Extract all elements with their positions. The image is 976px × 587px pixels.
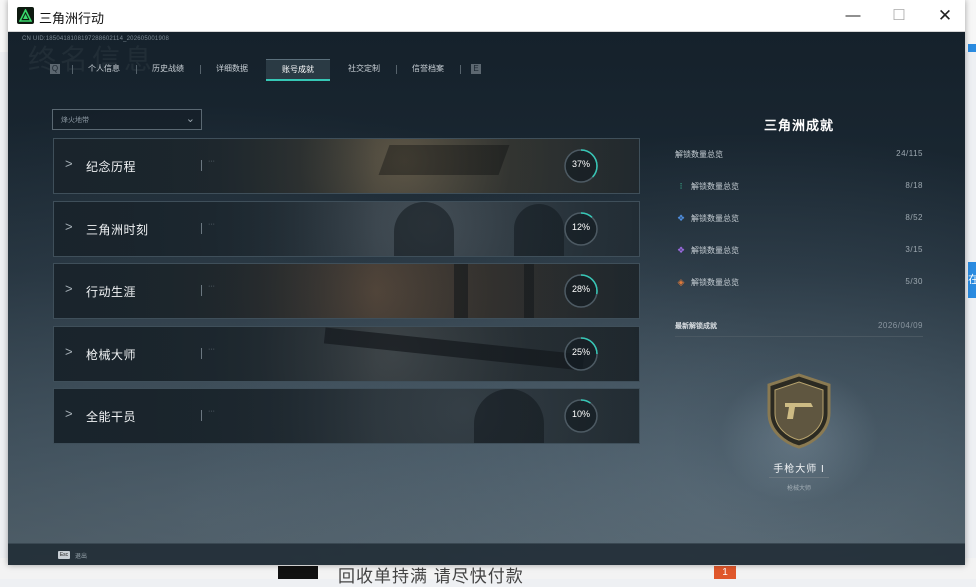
maximize-button[interactable]: ☐ — [876, 0, 922, 31]
badge-divider — [769, 477, 829, 478]
summary-total-value: 24/115 — [896, 149, 923, 158]
window-title: 三角洲行动 — [39, 11, 105, 26]
card-dots: ··· — [208, 158, 215, 165]
category-label: 全能干员 — [86, 410, 137, 424]
tab-divider — [396, 65, 397, 74]
card-dots: ··· — [208, 283, 215, 290]
summary-tier-value: 8/52 — [905, 213, 923, 222]
uid-text: CN UID:1850418108197288602114_2026050019… — [22, 36, 170, 42]
desktop-bottom-text: 回收单持满 请尽快付款 — [338, 567, 524, 586]
card-divider — [201, 285, 202, 296]
chevron-right-icon: > — [65, 344, 73, 359]
card-divider — [201, 223, 202, 234]
mode-select[interactable]: 烽火地带 ⌄ — [52, 109, 202, 130]
card-divider — [201, 160, 202, 171]
latest-divider — [675, 336, 923, 337]
summary-tier-row: ⁝ 解锁数量总览 8/18 — [675, 181, 923, 195]
progress-percent: 12% — [571, 222, 590, 232]
desktop-side-tab: 在 — [968, 262, 976, 298]
pistol-master-badge-icon[interactable] — [765, 373, 833, 449]
card-divider — [201, 410, 202, 421]
bottom-bar: Esc 退出 — [8, 543, 965, 565]
tab-match-history[interactable]: 历史战绩 — [144, 59, 192, 79]
esc-key-icon[interactable]: Esc — [58, 551, 70, 559]
app-window: 三角洲行动 — ☐ ✕ 终名信息 CN UID:1850418108197288… — [8, 0, 965, 565]
tab-divider — [460, 65, 461, 74]
tab-detailed-data[interactable]: 详细数据 — [208, 59, 256, 79]
close-button[interactable]: ✕ — [922, 0, 965, 31]
summary-tier-label: 解锁数量总览 — [691, 246, 739, 255]
card-dots: ··· — [208, 221, 215, 228]
delta-logo-icon — [17, 7, 34, 24]
latest-achievement-label: 最新解锁成就 — [675, 323, 717, 330]
desktop-accent — [968, 44, 976, 52]
category-label: 三角洲时刻 — [86, 223, 149, 237]
card-shade — [54, 389, 639, 443]
tab-achievements[interactable]: 账号成就 — [266, 59, 330, 81]
category-card-memorial[interactable]: > 纪念历程 ··· 37% — [53, 138, 640, 194]
summary-tier-row: ❖ 解锁数量总览 8/52 — [675, 213, 923, 227]
game-view: 终名信息 CN UID:1850418108197288602114_20260… — [8, 32, 965, 565]
chevron-right-icon: > — [65, 406, 73, 421]
card-dots: ··· — [208, 408, 215, 415]
tab-divider — [136, 65, 137, 74]
tab-divider — [200, 65, 201, 74]
chevron-right-icon: > — [65, 156, 73, 171]
card-shade — [54, 264, 639, 318]
category-card-weapon-master[interactable]: > 枪械大师 ··· 25% — [53, 326, 640, 382]
minimize-button[interactable]: — — [830, 0, 876, 31]
summary-tier-row: ❖ 解锁数量总览 3/15 — [675, 245, 923, 259]
summary-tier-label: 解锁数量总览 — [691, 214, 739, 223]
green-tier-icon: ⁝ — [679, 181, 683, 191]
latest-achievement-date: 2026/04/09 — [877, 321, 923, 330]
category-label: 枪械大师 — [86, 348, 137, 362]
card-dots: ··· — [208, 346, 215, 353]
progress-percent: 10% — [571, 409, 590, 419]
category-card-delta-moments[interactable]: > 三角洲时刻 ··· 12% — [53, 201, 640, 257]
card-shade — [54, 327, 639, 381]
card-divider — [201, 348, 202, 359]
progress-percent: 28% — [571, 284, 590, 294]
category-card-operation-career[interactable]: > 行动生涯 ··· 28% — [53, 263, 640, 319]
category-card-all-round-operator[interactable]: > 全能干员 ··· 10% — [53, 388, 640, 444]
exit-label[interactable]: 退出 — [75, 551, 87, 560]
latest-achievement-header: 最新解锁成就 2026/04/09 — [675, 321, 923, 333]
progress-percent: 25% — [571, 347, 590, 357]
blue-tier-icon: ❖ — [676, 213, 686, 223]
card-shade — [54, 139, 639, 193]
latest-badge-name: 手枪大师 I — [773, 464, 825, 475]
chevron-down-icon: ⌄ — [185, 113, 195, 125]
tab-reputation[interactable]: 信誉档案 — [404, 59, 452, 79]
tab-personal-info[interactable]: 个人信息 — [80, 59, 128, 79]
title-bar[interactable]: 三角洲行动 — ☐ ✕ — [8, 0, 965, 32]
chevron-right-icon: > — [65, 281, 73, 296]
summary-tier-label: 解锁数量总览 — [691, 182, 739, 191]
desktop-dark-block — [278, 566, 318, 579]
latest-badge-category: 枪械大师 — [786, 486, 811, 492]
summary-tier-row: ◈ 解锁数量总览 5/30 — [675, 277, 923, 291]
purple-tier-icon: ❖ — [676, 245, 686, 255]
summary-tier-label: 解锁数量总览 — [691, 278, 739, 287]
summary-tier-value: 3/15 — [905, 245, 923, 254]
orange-tier-icon: ◈ — [677, 277, 685, 287]
tab-social-custom[interactable]: 社交定制 — [340, 59, 388, 79]
desktop-notification-badge: 1 — [714, 566, 736, 579]
tab-prev-key[interactable]: Q — [50, 64, 60, 74]
tab-next-key[interactable]: E — [471, 64, 481, 74]
mode-select-value: 烽火地带 — [61, 117, 89, 124]
summary-total-row: 解锁数量总览 24/115 — [675, 149, 923, 163]
summary-tier-value: 8/18 — [905, 181, 923, 190]
chevron-right-icon: > — [65, 219, 73, 234]
progress-percent: 37% — [571, 159, 590, 169]
category-label: 行动生涯 — [86, 285, 137, 299]
summary-tier-value: 5/30 — [905, 277, 923, 286]
tab-divider — [72, 65, 73, 74]
summary-title: 三角洲成就 — [763, 118, 834, 133]
category-label: 纪念历程 — [86, 160, 137, 174]
summary-total-label: 解锁数量总览 — [675, 150, 723, 159]
